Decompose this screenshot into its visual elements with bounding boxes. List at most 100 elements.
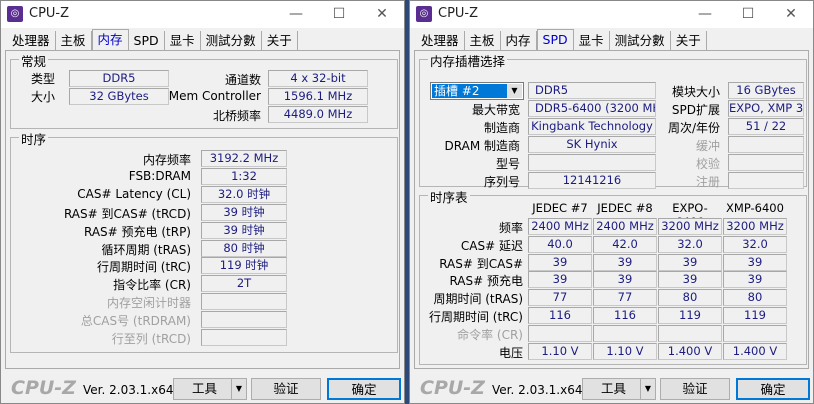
chevron-down-icon[interactable]: ▼ <box>507 84 522 98</box>
close-button[interactable]: ✕ <box>367 4 397 24</box>
timing-label: 内存空闲计时器 <box>106 296 191 311</box>
slot-group: 内存插槽选择插槽 #2▼DDR5最大带宽DDR5-6400 (3200 MHz)… <box>419 51 807 189</box>
tools-dropdown-button[interactable]: ▼ <box>231 378 247 400</box>
tab-5[interactable]: 测試分數 <box>610 31 671 51</box>
timing-cell: 80 <box>658 289 722 307</box>
validate-button[interactable]: 验证 <box>660 378 730 400</box>
tab-0[interactable]: 处理器 <box>7 31 56 51</box>
general-group: 常规 类型 DDR5 大小 32 GBytes 通道数 4 x 32-bit Mem Cont… <box>10 51 398 129</box>
timing-cell: 2400 MHz <box>528 218 592 235</box>
timing-cell: 77 <box>593 289 657 307</box>
timing-row-label: 行周期时间 (tRC) <box>428 310 523 324</box>
nb-value: 4489.0 MHz <box>268 106 368 123</box>
timing-cell: 119 <box>723 307 787 324</box>
timing-cell: 77 <box>528 289 592 307</box>
slot-select-value: 插槽 #2 <box>432 84 508 98</box>
column-header: JEDEC #7 <box>532 201 588 215</box>
spd-right-value <box>728 136 804 153</box>
timing-row-label: CAS# 延迟 <box>460 238 523 253</box>
tab-6[interactable]: 关于 <box>262 31 298 51</box>
timing-row-label: RAS# 预充电 <box>449 274 523 289</box>
tools-dropdown-button[interactable]: ▼ <box>640 378 656 400</box>
tab-2[interactable]: 内存 <box>501 31 537 51</box>
timing-cell: 39 <box>528 271 592 289</box>
spd-left-value <box>528 154 656 171</box>
window-title: CPU-Z <box>29 6 70 21</box>
channels-label: 通道数 <box>224 73 261 87</box>
timing-cell: 2400 MHz <box>593 218 657 235</box>
tab-3[interactable]: SPD <box>129 31 165 51</box>
tab-3[interactable]: SPD <box>536 29 574 51</box>
tab-1[interactable]: 主板 <box>56 31 92 51</box>
timing-label: FSB:DRAM <box>128 168 191 183</box>
timing-table-group: 时序表JEDEC #7JEDEC #8EXPO-6400XMP-6400频率24… <box>419 187 807 365</box>
window-title: CPU-Z <box>438 6 479 21</box>
timing-row-label: RAS# 到CAS# <box>439 256 523 271</box>
timing-cell: 119 <box>658 307 722 324</box>
spd-right-label: 校验 <box>695 157 720 171</box>
timing-cell: 1.400 V <box>658 342 722 360</box>
minimize-button[interactable]: — <box>281 4 311 24</box>
memctrl-value: 1596.1 MHz <box>268 88 368 105</box>
timing-cell <box>723 324 787 342</box>
timing-cell: 39 <box>723 271 787 289</box>
memctrl-label: Mem Controller <box>168 89 261 103</box>
spd-left-value: 12141216 <box>528 172 656 189</box>
timing-cell: 40.0 <box>528 235 592 253</box>
ok-button[interactable]: 确定 <box>736 378 810 400</box>
timing-row-label: 频率 <box>498 221 523 235</box>
timing-value <box>201 311 287 329</box>
spd-right-value: EXPO, XMP 3.0 <box>728 100 804 117</box>
title-bar[interactable]: ◎ CPU-Z — ☐ ✕ <box>1 1 404 28</box>
tab-4[interactable]: 显卡 <box>165 31 201 51</box>
timing-cell: 80 <box>723 289 787 307</box>
timing-label: 循环周期 (tRAS) <box>101 242 191 257</box>
tab-4[interactable]: 显卡 <box>574 31 610 51</box>
cpuz-logo: CPU-Z <box>420 377 485 399</box>
timings-group: 时序 内存频率 3192.2 MHz FSB:DRAM 1:32 CAS# Latency… <box>10 129 398 353</box>
timing-value: 80 时钟 <box>201 239 287 257</box>
timing-label: 行至列 (tRCD) <box>111 332 191 346</box>
timing-label: 行周期时间 (tRC) <box>96 260 191 275</box>
timing-cell: 1.10 V <box>593 342 657 360</box>
channels-value: 4 x 32-bit <box>268 70 368 87</box>
tab-panel: 内存插槽选择插槽 #2▼DDR5最大带宽DDR5-6400 (3200 MHz)… <box>414 50 809 369</box>
timing-value <box>201 329 287 346</box>
nb-label: 北桥频率 <box>212 109 261 123</box>
version-label: Ver. 2.03.1.x64 <box>492 383 583 397</box>
tab-0[interactable]: 处理器 <box>416 31 465 51</box>
timing-cell: 1.400 V <box>723 342 787 360</box>
timing-cell: 42.0 <box>593 235 657 253</box>
spd-left-label: DRAM 制造商 <box>444 139 520 153</box>
timing-label: RAS# 到CAS# (tRCD) <box>63 206 191 221</box>
slot-title: 内存插槽选择 <box>428 51 508 70</box>
timing-cell: 39 <box>593 253 657 271</box>
validate-button[interactable]: 验证 <box>251 378 321 400</box>
tab-5[interactable]: 测試分數 <box>201 31 262 51</box>
slot-select[interactable]: 插槽 #2 ▼ <box>430 82 524 100</box>
close-button[interactable]: ✕ <box>776 4 806 24</box>
timings-title: 时序 <box>19 129 49 148</box>
timing-value: 3192.2 MHz <box>201 150 287 167</box>
spd-right-value <box>728 172 804 189</box>
minimize-button[interactable]: — <box>690 4 720 24</box>
tab-6[interactable]: 关于 <box>671 31 707 51</box>
tab-2[interactable]: 内存 <box>91 29 129 51</box>
spd-left-value: Kingbank Technology <box>528 118 656 135</box>
cpuz-logo: CPU-Z <box>11 377 76 399</box>
title-bar[interactable]: ◎ CPU-Z — ☐ ✕ <box>410 1 813 28</box>
maximize-button[interactable]: ☐ <box>324 4 354 24</box>
timing-value: 119 时钟 <box>201 257 287 275</box>
app-icon: ◎ <box>7 6 23 22</box>
spd-left-label: 制造商 <box>483 121 520 135</box>
timing-label: 内存频率 <box>142 153 191 167</box>
column-header: JEDEC #8 <box>597 201 653 215</box>
ok-button[interactable]: 确定 <box>327 378 401 400</box>
maximize-button[interactable]: ☐ <box>733 4 763 24</box>
timing-value: 1:32 <box>201 167 287 185</box>
timing-cell: 39 <box>723 253 787 271</box>
tab-1[interactable]: 主板 <box>465 31 501 51</box>
timing-label: RAS# 预充电 (tRP) <box>83 224 191 239</box>
spd-right-label: 周次/年份 <box>667 121 720 135</box>
timing-row-label: 命令率 (CR) <box>457 327 523 342</box>
